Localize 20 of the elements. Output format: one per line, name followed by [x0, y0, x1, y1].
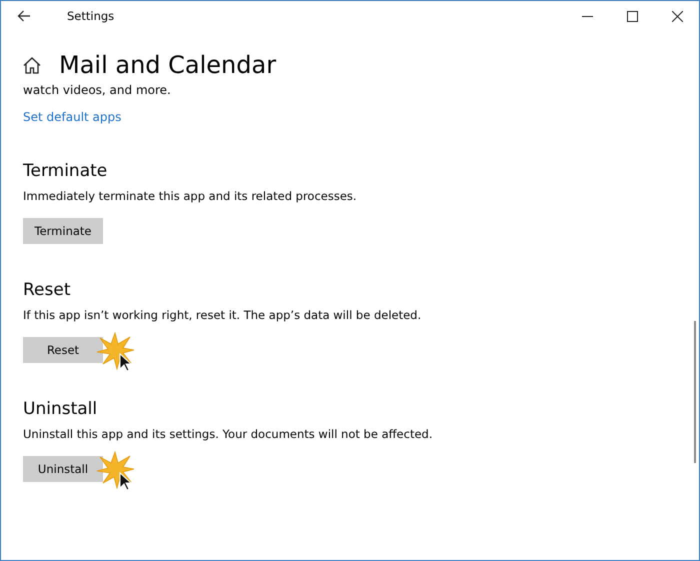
section-heading: Terminate [23, 161, 108, 181]
scrollbar[interactable] [694, 321, 696, 463]
section-heading: Reset [23, 280, 72, 300]
action-button[interactable]: Uninstall [23, 456, 103, 482]
back-icon[interactable] [17, 10, 31, 22]
set-default-apps-link[interactable]: Set default apps [23, 110, 122, 124]
page-title: Mail and Calendar [59, 51, 276, 79]
action-button[interactable]: Terminate [23, 218, 103, 244]
home-icon[interactable] [23, 56, 41, 74]
section-heading: Uninstall [23, 399, 98, 419]
cursor-icon [119, 472, 131, 491]
section-description: Immediately terminate this app and its related processes. [23, 189, 358, 203]
action-button[interactable]: Reset [23, 337, 103, 363]
close-icon[interactable] [672, 10, 683, 22]
maximize-icon[interactable] [627, 10, 638, 22]
section-description: If this app isn’t working right, reset it. The app’s data will be deleted. [23, 308, 422, 322]
cursor-icon [119, 353, 131, 372]
window-title: Settings [67, 9, 114, 23]
section-description: Uninstall this app and its settings. Your documents will not be affected. [23, 427, 434, 441]
description-text: watch videos, and more. [23, 83, 172, 97]
